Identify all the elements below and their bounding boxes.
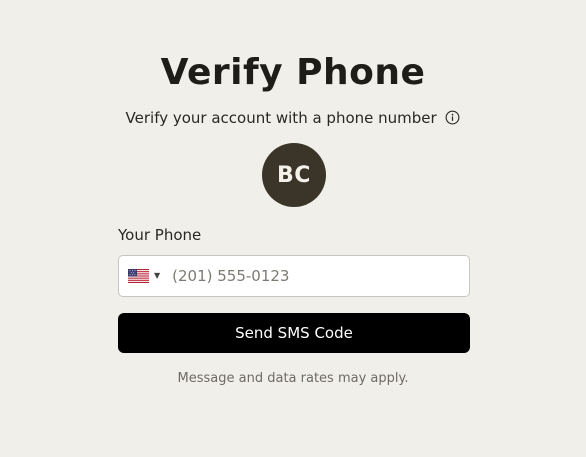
subtitle-text: Verify your account with a phone number [125, 109, 437, 127]
us-flag-icon [128, 269, 149, 283]
phone-field: ▼ [118, 255, 470, 297]
send-sms-code-button[interactable]: Send SMS Code [118, 313, 470, 353]
country-select[interactable]: ▼ [119, 256, 160, 296]
disclaimer-text: Message and data rates may apply. [177, 371, 409, 386]
avatar: BC [262, 143, 326, 207]
info-icon[interactable] [445, 110, 460, 129]
phone-input[interactable] [172, 267, 443, 285]
avatar-initials: BC [277, 162, 311, 188]
page-title: Verify Phone [160, 52, 426, 93]
chevron-down-icon: ▼ [154, 271, 161, 280]
phone-label: Your Phone [118, 226, 202, 244]
page-subtitle: Verify your account with a phone number [0, 109, 586, 129]
